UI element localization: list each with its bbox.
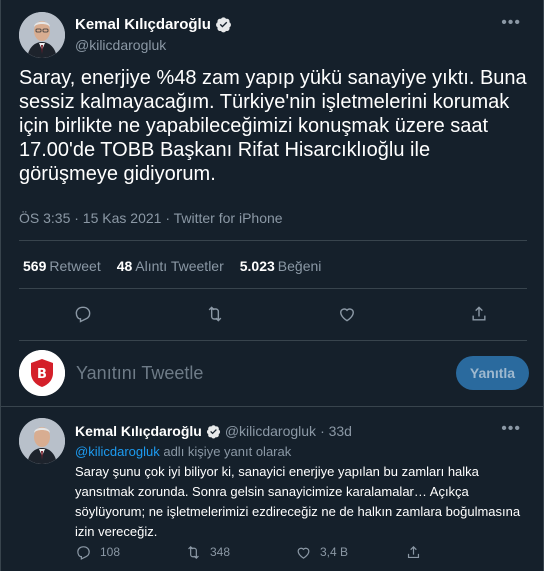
like-icon[interactable]: [335, 302, 359, 326]
reply-icon: [77, 545, 90, 560]
retweet-icon[interactable]: [203, 302, 227, 326]
tweet-stats: 569 Retweet 48 Alıntı Tweetler 5.023 Beğeni: [23, 258, 321, 274]
stat-count: 569: [23, 258, 47, 274]
reply-icon[interactable]: [71, 302, 95, 326]
tweet-actions: [71, 302, 491, 326]
author-handle[interactable]: @kilicdarogluk: [75, 37, 166, 53]
like-icon: [297, 547, 310, 559]
replying-mention[interactable]: @kilicdarogluk: [75, 444, 160, 459]
author-name-text[interactable]: Kemal Kılıçdaroğlu: [75, 16, 211, 33]
tweet-text: Saray, enerjiye %48 zam yapıp yükü sanay…: [19, 67, 527, 185]
retweet-count: 348: [210, 545, 231, 559]
stat-label: Beğeni: [277, 258, 322, 274]
stat-count: 5.023: [239, 258, 275, 274]
like-count: 3,4 B: [320, 545, 349, 559]
reply-button[interactable]: Yanıtla: [456, 356, 529, 390]
divider: [19, 288, 527, 289]
reply-tweet-actions: 108 348 3,4 B: [75, 542, 515, 562]
reply-count: 108: [100, 545, 121, 559]
svg-text:B: B: [37, 367, 47, 382]
share-action[interactable]: [405, 542, 515, 562]
like-action[interactable]: 3,4 B: [295, 542, 405, 562]
replying-to: @kilicdarogluk adlı kişiye yanıt olarak: [75, 444, 291, 459]
verified-badge-icon: [215, 17, 231, 33]
tweet-detail-panel: Kemal Kılıçdaroğlu @kilicdarogluk ••• Sa…: [0, 0, 544, 571]
stat-likes[interactable]: 5.023 Beğeni: [240, 258, 322, 274]
main-tweet-header: Kemal Kılıçdaroğlu @kilicdarogluk •••: [19, 12, 527, 60]
stat-count: 48: [116, 258, 133, 274]
divider: [19, 240, 527, 241]
reply-author-name[interactable]: Kemal Kılıçdaroğlu: [75, 423, 202, 439]
stat-retweets[interactable]: 569 Retweet: [23, 258, 101, 274]
reply-time[interactable]: · 33d: [320, 423, 352, 439]
retweet-action[interactable]: 348: [185, 542, 295, 562]
share-icon: [407, 545, 420, 558]
more-icon[interactable]: •••: [501, 420, 521, 438]
my-avatar[interactable]: B: [19, 350, 65, 396]
reply-author-avatar[interactable]: [19, 418, 65, 464]
reply-tweet-text: Saray şunu çok iyi biliyor ki, sanayici …: [75, 464, 521, 539]
reply-input[interactable]: Yanıtını Tweetle: [76, 363, 203, 384]
divider: [19, 340, 527, 341]
stat-label: Alıntı Tweetler: [135, 258, 224, 274]
verified-badge-icon: [206, 424, 220, 438]
divider: [1, 406, 543, 407]
tweet-meta[interactable]: ÖS 3:35 · 15 Kas 2021 · Twitter for iPho…: [19, 210, 283, 226]
stat-label: Retweet: [49, 258, 101, 274]
retweet-icon: [188, 545, 199, 559]
reply-action[interactable]: 108: [75, 542, 185, 562]
author-avatar[interactable]: [19, 12, 65, 58]
share-icon[interactable]: [467, 302, 491, 326]
reply-author-line: Kemal Kılıçdaroğlu @kilicdarogluk · 33d: [75, 423, 352, 439]
more-icon[interactable]: •••: [501, 14, 521, 32]
reply-author-handle[interactable]: @kilicdarogluk: [225, 423, 316, 439]
author-name[interactable]: Kemal Kılıçdaroğlu: [75, 16, 232, 33]
stat-quotes[interactable]: 48 Alıntı Tweetler: [117, 258, 224, 274]
replying-suffix: adlı kişiye yanıt olarak: [159, 444, 292, 459]
